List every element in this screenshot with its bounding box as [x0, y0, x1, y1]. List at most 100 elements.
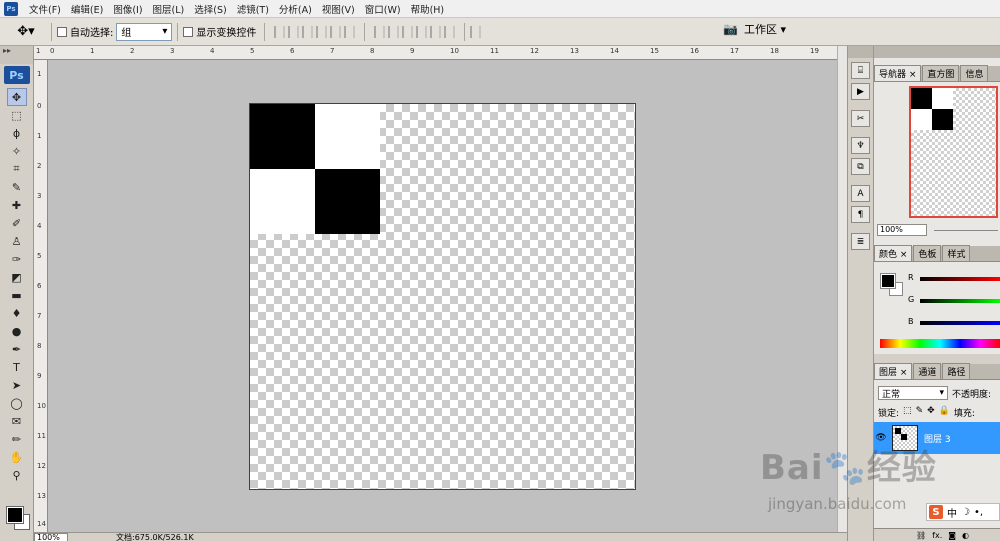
lock-position-icon[interactable]: ✥ [927, 406, 935, 419]
distribute-top-icon[interactable] [374, 25, 386, 38]
magic-wand-tool-icon[interactable]: ✧ [7, 142, 27, 160]
green-bar[interactable] [920, 299, 1000, 303]
layer-comps-icon[interactable]: ⧉ [851, 158, 870, 175]
pen-tool-icon[interactable]: ✒ [7, 340, 27, 358]
navigator-preview[interactable] [909, 86, 998, 218]
align-top-icon[interactable] [274, 25, 286, 38]
shape-tool-icon[interactable]: ◯ [7, 394, 27, 412]
crop-tool-icon[interactable]: ⌗ [7, 160, 27, 178]
dock-collapse-icon[interactable] [848, 46, 873, 58]
blue-slider[interactable]: B [908, 317, 1000, 329]
tool-preset-picker[interactable]: ✥▾ [6, 21, 46, 43]
type-tool-icon[interactable]: T [7, 358, 27, 376]
auto-select-checkbox[interactable]: 自动选择: [57, 24, 113, 39]
paragraph-panel-icon[interactable]: ¶ [851, 206, 870, 223]
document-canvas[interactable] [249, 103, 636, 490]
blue-bar[interactable] [920, 321, 1000, 325]
hand-tool-icon[interactable]: ✋ [7, 448, 27, 466]
bridge-icon[interactable]: 📷 [723, 22, 738, 36]
foreground-color-swatch[interactable] [6, 506, 24, 524]
add-mask-icon[interactable]: ◙ [948, 531, 956, 540]
checkbox-box[interactable] [57, 26, 67, 37]
tab-swatches[interactable]: 色板 [913, 245, 942, 261]
dodge-tool-icon[interactable]: ● [7, 322, 27, 340]
menu-select[interactable]: 选择(S) [189, 2, 231, 16]
tab-info[interactable]: 信息 [960, 65, 989, 81]
menu-analysis[interactable]: 分析(A) [274, 2, 317, 16]
notes-tool-icon[interactable]: ✉ [7, 412, 27, 430]
clone-source-icon[interactable]: ♆ [851, 137, 870, 154]
lock-all-icon[interactable]: 🔒 [939, 406, 950, 419]
history-brush-icon[interactable]: ✑ [7, 250, 27, 268]
tab-styles[interactable]: 样式 [942, 245, 971, 261]
color-spectrum[interactable] [880, 339, 1000, 348]
menu-image[interactable]: 图像(I) [108, 2, 147, 16]
brush-tool-icon[interactable]: ✐ [7, 214, 27, 232]
foreground-color-swatch[interactable] [880, 273, 896, 289]
marquee-tool-icon[interactable]: ⬚ [7, 106, 27, 124]
zoom-tool-icon[interactable]: ⚲ [7, 466, 27, 484]
eyedropper-tool-icon[interactable]: ✏ [7, 430, 27, 448]
tab-navigator[interactable]: 导航器 × [874, 65, 922, 81]
navigator-zoom-field[interactable]: 100% [877, 224, 927, 236]
show-transform-checkbox[interactable]: 显示变换控件 [183, 24, 256, 39]
distribute-right-icon[interactable] [444, 25, 456, 38]
green-slider[interactable]: G [908, 295, 1000, 307]
blend-mode-dropdown[interactable]: 正常 ▾ [878, 386, 948, 400]
menu-file[interactable]: 文件(F) [24, 2, 66, 16]
toolbox-collapse-icon[interactable]: ▸▸ [0, 46, 33, 64]
tool-presets-icon[interactable]: ✂ [851, 110, 870, 127]
moon-icon[interactable]: ☽ [961, 507, 970, 518]
ime-mode-label[interactable]: 中 [947, 505, 957, 520]
lock-pixels-icon[interactable]: ✎ [916, 406, 924, 419]
character-panel-icon[interactable]: A [851, 185, 870, 202]
menu-view[interactable]: 视图(V) [317, 2, 360, 16]
tab-layers[interactable]: 图层 × [874, 363, 913, 379]
punctuation-icon[interactable]: •, [974, 507, 983, 518]
link-layers-icon[interactable]: ⛓ [916, 531, 926, 540]
distribute-left-icon[interactable] [416, 25, 428, 38]
eraser-tool-icon[interactable]: ◩ [7, 268, 27, 286]
align-left-icon[interactable] [316, 25, 328, 38]
menu-layer[interactable]: 图层(L) [148, 2, 190, 16]
auto-align-icon[interactable] [470, 25, 482, 38]
menu-filter[interactable]: 滤镜(T) [232, 2, 274, 16]
path-select-icon[interactable]: ➤ [7, 376, 27, 394]
slice-tool-icon[interactable]: ✎ [7, 178, 27, 196]
blur-tool-icon[interactable]: ♦ [7, 304, 27, 322]
gradient-tool-icon[interactable]: ▬ [7, 286, 27, 304]
red-slider[interactable]: R [908, 273, 1000, 285]
checkbox-box[interactable] [183, 26, 194, 37]
auto-select-dropdown[interactable]: 组 ▾ [116, 22, 173, 41]
align-vcenter-icon[interactable] [288, 25, 300, 38]
distribute-bottom-icon[interactable] [402, 25, 414, 38]
sogou-icon[interactable]: S [929, 505, 943, 519]
lasso-tool-icon[interactable]: ϕ [7, 124, 27, 142]
layer-style-button[interactable]: fx. [932, 531, 942, 540]
actions-panel-icon[interactable]: ▶ [851, 83, 870, 100]
move-tool-icon[interactable]: ✥ [6, 88, 27, 106]
distribute-vcenter-icon[interactable] [388, 25, 400, 38]
clone-stamp-icon[interactable]: ♙ [7, 232, 27, 250]
navigator-zoom-slider[interactable] [934, 230, 998, 231]
tab-channels[interactable]: 通道 [913, 363, 942, 379]
align-bottom-icon[interactable] [302, 25, 314, 38]
lock-transparency-icon[interactable]: ⬚ [903, 406, 912, 419]
align-right-icon[interactable] [344, 25, 356, 38]
canvas-area[interactable] [48, 60, 837, 532]
healing-brush-icon[interactable]: ✚ [7, 196, 27, 214]
menu-window[interactable]: 窗口(W) [360, 2, 406, 16]
brushes-panel-icon[interactable]: ⌸ [851, 62, 870, 79]
notes-panel-icon[interactable]: ≣ [851, 233, 870, 250]
tab-color[interactable]: 颜色 × [874, 245, 913, 261]
zoom-field[interactable]: 100% [34, 533, 68, 541]
align-hcenter-icon[interactable] [330, 25, 342, 38]
menu-edit[interactable]: 编辑(E) [66, 2, 108, 16]
menu-help[interactable]: 帮助(H) [406, 2, 450, 16]
adjustment-layer-icon[interactable]: ◐ [962, 531, 969, 540]
distribute-hcenter-icon[interactable] [430, 25, 442, 38]
red-bar[interactable] [920, 277, 1000, 281]
tab-paths[interactable]: 路径 [942, 363, 971, 379]
tab-histogram[interactable]: 直方图 [922, 65, 960, 81]
workspace-button[interactable]: 工作区 ▾ [744, 21, 786, 37]
